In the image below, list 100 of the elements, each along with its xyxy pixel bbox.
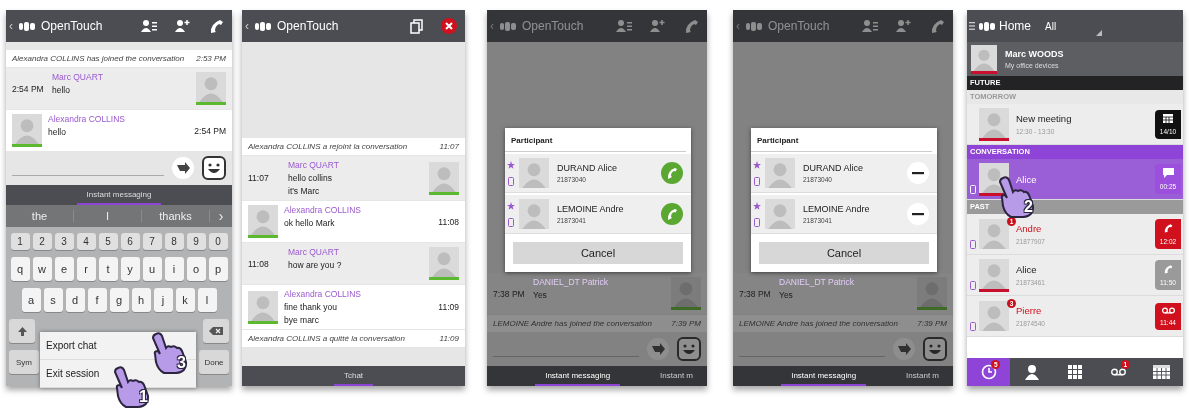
keyboard-key[interactable]: y bbox=[120, 257, 140, 281]
calendar-icon bbox=[1152, 365, 1170, 379]
keyboard-key[interactable]: f bbox=[87, 288, 107, 312]
keyboard-key[interactable]: a bbox=[21, 288, 41, 312]
cancel-button[interactable]: Cancel bbox=[759, 242, 929, 264]
filter-dropdown[interactable]: All bbox=[1045, 20, 1057, 32]
backspace-key[interactable] bbox=[203, 319, 229, 343]
tab[interactable]: Instant m bbox=[650, 366, 703, 386]
shift-key[interactable] bbox=[9, 319, 35, 343]
add-person-icon[interactable] bbox=[175, 19, 190, 33]
message-text: it's Marc bbox=[288, 186, 321, 196]
dialog-title: Participant bbox=[751, 128, 932, 152]
avatar-placeholder bbox=[429, 247, 459, 277]
keyboard-key[interactable]: l bbox=[197, 288, 217, 312]
avatar-placeholder bbox=[979, 107, 1009, 138]
keyboard-key[interactable]: p bbox=[208, 257, 228, 281]
tab[interactable]: Instant messaging bbox=[781, 366, 867, 386]
tab[interactable]: Instant m bbox=[896, 366, 949, 386]
send-icon[interactable] bbox=[647, 338, 669, 360]
app-title: OpenTouch bbox=[277, 19, 339, 33]
phone-icon[interactable] bbox=[929, 18, 945, 34]
remove-button[interactable] bbox=[907, 203, 929, 225]
word-suggestion[interactable]: I bbox=[74, 210, 142, 222]
message-time: 7:39 PM bbox=[671, 319, 701, 328]
sender-name: DANIEL_DT Patrick bbox=[533, 277, 609, 287]
keyboard-key[interactable]: 4 bbox=[76, 233, 96, 250]
tab[interactable]: Tchat bbox=[333, 366, 374, 386]
keyboard-key[interactable]: 8 bbox=[164, 233, 184, 250]
send-icon[interactable] bbox=[172, 157, 194, 179]
phone-icon[interactable] bbox=[683, 18, 699, 34]
add-person-icon[interactable] bbox=[896, 19, 911, 33]
presence-bar bbox=[248, 235, 278, 238]
keyboard-key[interactable]: o bbox=[186, 257, 206, 281]
keyboard-key[interactable]: r bbox=[76, 257, 96, 281]
keyboard-key[interactable]: w bbox=[32, 257, 52, 281]
symbols-key[interactable]: Sym bbox=[9, 350, 39, 374]
voicemail-icon bbox=[1109, 368, 1127, 376]
message-time: 2:53 PM bbox=[196, 54, 226, 63]
more-suggestions[interactable]: › bbox=[210, 208, 232, 224]
keyboard-key[interactable]: t bbox=[98, 257, 118, 281]
keyboard-key[interactable]: u bbox=[142, 257, 162, 281]
system-message: LEMOINE Andre has joined the conversation bbox=[739, 319, 899, 328]
dialog-title: Participant bbox=[505, 128, 686, 152]
send-icon[interactable] bbox=[893, 338, 915, 360]
message-time: 11:09 bbox=[438, 302, 459, 312]
done-key[interactable]: Done bbox=[199, 350, 229, 374]
keyboard-key[interactable]: q bbox=[10, 257, 30, 281]
pointing-hand-icon bbox=[997, 176, 1037, 218]
keyboard-key[interactable]: 5 bbox=[98, 233, 118, 250]
keyboard-key[interactable]: e bbox=[54, 257, 74, 281]
contact-name: Pierre bbox=[1016, 305, 1043, 316]
back-chevron[interactable]: ‹ bbox=[9, 19, 13, 33]
copy-icon[interactable] bbox=[410, 18, 423, 34]
keyboard-key[interactable]: 7 bbox=[142, 233, 162, 250]
call-button[interactable] bbox=[661, 162, 683, 184]
tab[interactable]: Instant messaging bbox=[535, 366, 621, 386]
message-text: bye marc bbox=[284, 315, 320, 325]
emoji-icon[interactable] bbox=[202, 156, 226, 180]
call-button[interactable] bbox=[661, 203, 683, 225]
keyboard-key[interactable]: g bbox=[109, 288, 129, 312]
contact-list-icon[interactable] bbox=[141, 19, 157, 33]
word-suggestion[interactable]: the bbox=[6, 210, 74, 222]
message-text: hello bbox=[52, 85, 71, 95]
remove-button[interactable] bbox=[907, 162, 929, 184]
app-title: OpenTouch bbox=[768, 19, 830, 33]
phone-icon[interactable] bbox=[208, 18, 224, 34]
keyboard-key[interactable]: 1 bbox=[10, 233, 30, 250]
message-text: hello bbox=[48, 127, 67, 137]
word-suggestion[interactable]: thanks bbox=[142, 210, 210, 222]
person-icon bbox=[1024, 364, 1039, 380]
contact-list-icon[interactable] bbox=[862, 19, 878, 33]
keyboard-key[interactable]: 0 bbox=[208, 233, 228, 250]
presence-bar bbox=[196, 102, 226, 105]
menu-icon[interactable] bbox=[969, 22, 975, 30]
close-icon[interactable] bbox=[441, 18, 457, 34]
keyboard-key[interactable]: s bbox=[43, 288, 63, 312]
presence-bar bbox=[917, 307, 947, 310]
logo-icon bbox=[19, 21, 35, 31]
app-title: OpenTouch bbox=[41, 19, 103, 33]
keyboard-key[interactable]: 6 bbox=[120, 233, 140, 250]
keyboard-key[interactable]: k bbox=[175, 288, 195, 312]
backspace-icon bbox=[209, 327, 223, 335]
dropdown-corner-icon[interactable] bbox=[1096, 30, 1103, 36]
back-chevron[interactable]: ‹ bbox=[245, 19, 249, 33]
keyboard-key[interactable]: d bbox=[65, 288, 85, 312]
keyboard-key[interactable]: h bbox=[131, 288, 151, 312]
keyboard-key[interactable]: 9 bbox=[186, 233, 206, 250]
keyboard-key[interactable]: j bbox=[153, 288, 173, 312]
cancel-button[interactable]: Cancel bbox=[513, 242, 683, 264]
avatar-placeholder bbox=[917, 277, 947, 307]
presence-bar bbox=[671, 307, 701, 310]
keyboard-key[interactable]: 3 bbox=[54, 233, 74, 250]
keyboard-key[interactable]: 2 bbox=[32, 233, 52, 250]
avatar-placeholder bbox=[248, 205, 278, 235]
sender-name: DANIEL_DT Patrick bbox=[779, 277, 855, 287]
add-person-icon[interactable] bbox=[650, 19, 665, 33]
contact-list-icon[interactable] bbox=[616, 19, 632, 33]
keyboard-key[interactable]: i bbox=[164, 257, 184, 281]
pointing-hand-icon bbox=[112, 366, 152, 408]
avatar-placeholder bbox=[12, 114, 42, 144]
